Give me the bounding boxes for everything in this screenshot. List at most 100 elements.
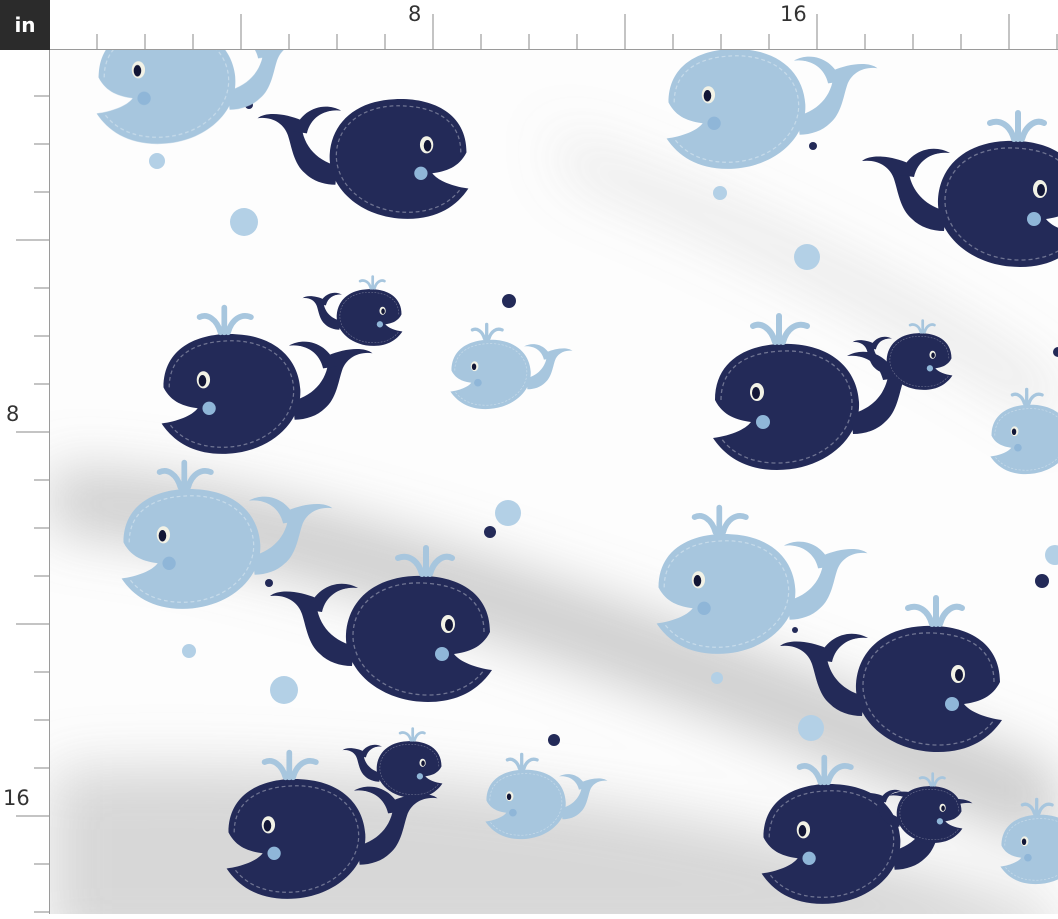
whale-cheek [926,365,934,372]
whale [862,110,1058,267]
whale-tail [270,586,354,666]
whale-spout [905,595,965,627]
whale-fin [288,341,337,369]
whale-cheek [1014,443,1022,452]
whale-pupil [381,308,385,314]
whale-fin [793,56,842,84]
whale-fin [359,744,383,758]
whale-fin [783,541,832,569]
whale-fin [879,789,903,803]
whale [302,275,403,346]
bubble [794,244,820,270]
whale-tail [292,344,373,420]
whale-pupil [1021,838,1027,846]
whale-pupil [445,619,453,631]
whale-pupil [955,669,963,681]
unit-label: in [14,13,36,37]
top-ruler-ticks [96,14,1058,49]
whale-spout [470,322,504,341]
whale-pupil [941,805,945,811]
whale-pupil [931,352,935,358]
bubble [149,153,165,169]
whale-body [937,140,1058,267]
left-ruler-ticks [16,95,49,913]
bubble [502,294,516,308]
whale-pupil [423,140,432,152]
whale-spout [691,504,749,536]
whale-tail [862,151,946,231]
whale-cheek [707,116,721,130]
whale-tail [787,544,868,620]
bubble [809,142,817,150]
whale-fin [818,633,868,662]
left-ruler-label-16: 16 [3,786,30,810]
whale-cheek [474,378,482,387]
whale-fin [900,148,950,177]
whale-spout [398,727,426,742]
whale-tail [227,50,284,110]
whale-pupil [1011,428,1017,436]
bubble [548,734,560,746]
whale-pupil [798,825,807,837]
whale-cheek [936,818,944,825]
whale-cheek [435,647,449,661]
whale-pupil [133,65,142,77]
whale-cheek [802,851,816,865]
whale-cheek [267,846,281,860]
left-ruler-label-8: 8 [6,402,20,426]
whale-tail [302,293,341,330]
whale-pupil [703,90,712,102]
whale-cheek [202,401,216,415]
whale-spout [750,313,810,345]
whale-pupil [421,760,425,766]
whale-pupil [471,363,477,371]
bubble [711,672,723,684]
whale-cheek [756,415,770,429]
whale [666,50,878,169]
whale-cheek [414,166,428,180]
whale-cheek [416,773,424,780]
whale-spout [196,304,254,336]
bubble [713,186,727,200]
whale-cheek [376,321,384,328]
bubble [1035,574,1049,588]
whale-cheek [1024,853,1032,862]
whale-cheek [162,556,176,570]
whale-pattern [50,50,1058,914]
top-ruler-label-8: 8 [408,2,422,26]
top-ruler-label-16: 16 [780,2,807,26]
bubble [1045,545,1058,565]
whale-pupil [158,530,167,542]
whale-cheek [509,808,517,817]
fabric-preview [50,50,1058,914]
whale-fin [524,344,552,360]
bubble [230,208,258,236]
whale-tail [257,109,338,185]
bubble [484,526,496,538]
whale-cheek [945,697,959,711]
top-ruler: 8 16 [50,0,1058,50]
whale-cheek [697,601,711,615]
whale-tail [526,345,573,390]
whale-pupil [263,820,272,832]
whale-pupil [752,387,760,399]
whale-fin [869,336,893,350]
whale-pupil [198,375,207,387]
unit-indicator: in [0,0,50,50]
whale-fin [559,774,587,790]
bubble [1053,347,1058,357]
whale-spout [358,275,386,290]
whale [656,504,868,654]
bubble [495,500,521,526]
whale-cheek [1027,212,1041,226]
whale-body [96,50,236,144]
bubble [798,715,824,741]
whale [257,99,469,219]
whale-fin [254,50,272,59]
whale-pupil [506,793,512,801]
whale-fin [293,106,342,134]
whale [96,50,284,144]
whale-fin [319,292,343,306]
whale-pupil [1037,184,1045,196]
whale-spout [987,110,1047,142]
